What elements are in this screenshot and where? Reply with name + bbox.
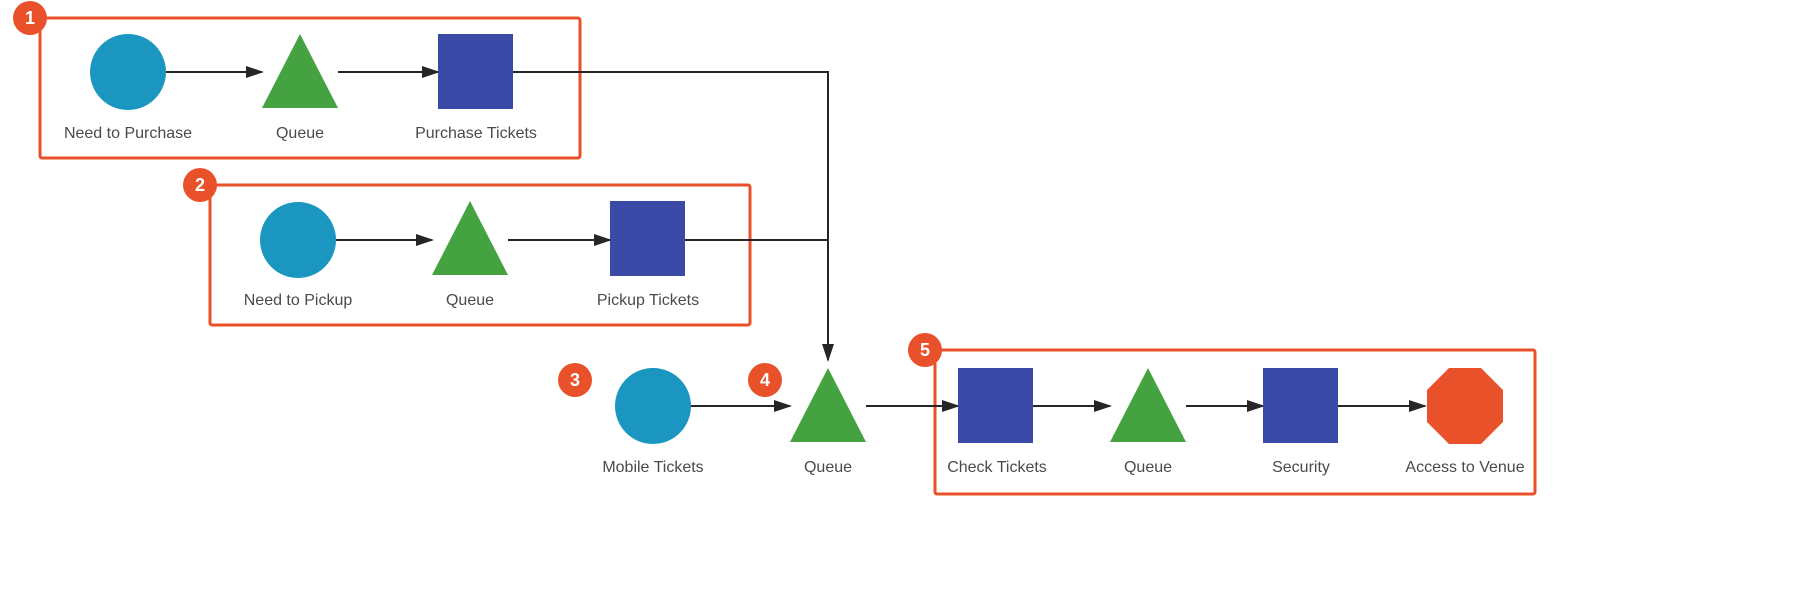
activity-security <box>1263 368 1338 443</box>
activity-check-tickets-label: Check Tickets <box>947 459 1047 476</box>
queue-node-4 <box>790 368 866 442</box>
badge-1-label: 1 <box>25 8 35 28</box>
activity-check-tickets <box>958 368 1033 443</box>
start-node-pickup-label: Need to Pickup <box>244 292 353 309</box>
badge-4: 4 <box>748 363 782 397</box>
activity-purchase-tickets-label: Purchase Tickets <box>415 125 537 142</box>
queue-node-5-label: Queue <box>1124 459 1172 476</box>
process-flow-diagram: 1 Need to Purchase Queue Purchase Ticket… <box>0 0 1805 592</box>
badge-2-label: 2 <box>195 175 205 195</box>
badge-1: 1 <box>13 1 47 35</box>
start-node-pickup <box>260 202 336 278</box>
activity-purchase-tickets <box>438 34 513 109</box>
queue-node-2-label: Queue <box>446 292 494 309</box>
badge-3: 3 <box>558 363 592 397</box>
start-node-mobile <box>615 368 691 444</box>
badge-4-label: 4 <box>760 370 770 390</box>
queue-node-2 <box>432 201 508 275</box>
badge-5: 5 <box>908 333 942 367</box>
queue-node-4-label: Queue <box>804 459 852 476</box>
end-node-access-label: Access to Venue <box>1405 459 1524 476</box>
activity-pickup-tickets-label: Pickup Tickets <box>597 292 699 309</box>
activity-pickup-tickets <box>610 201 685 276</box>
start-node-purchase-label: Need to Purchase <box>64 125 192 142</box>
start-node-mobile-label: Mobile Tickets <box>602 459 703 476</box>
queue-node-1-label: Queue <box>276 125 324 142</box>
badge-5-label: 5 <box>920 340 930 360</box>
badge-2: 2 <box>183 168 217 202</box>
activity-security-label: Security <box>1272 459 1330 476</box>
queue-node-1 <box>262 34 338 108</box>
end-node-access <box>1427 368 1503 444</box>
badge-3-label: 3 <box>570 370 580 390</box>
queue-node-5 <box>1110 368 1186 442</box>
start-node-purchase <box>90 34 166 110</box>
